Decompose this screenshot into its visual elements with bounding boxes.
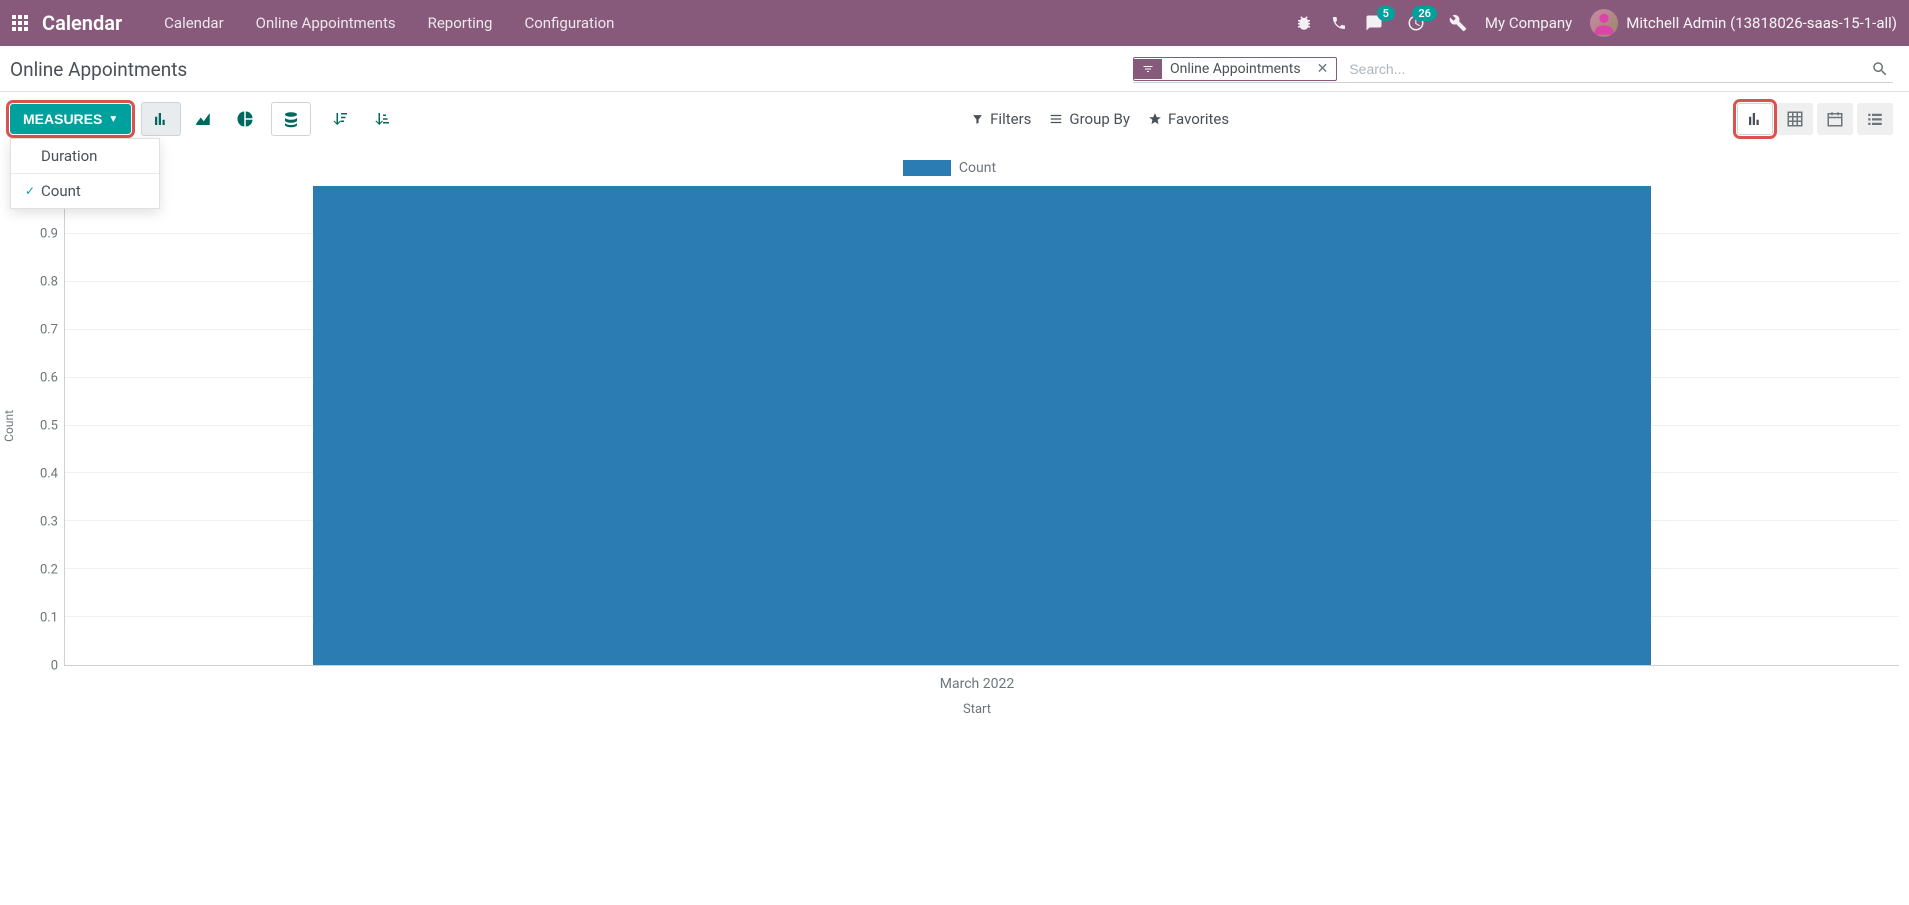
favorites-button[interactable]: Favorites — [1148, 110, 1229, 128]
avatar — [1590, 9, 1618, 37]
chart-legend: Count — [0, 154, 1899, 186]
navbar: Calendar Calendar Online Appointments Re… — [0, 0, 1909, 46]
activities-icon[interactable]: 26 — [1407, 14, 1425, 32]
x-tick-label: March 2022 — [55, 676, 1899, 692]
user-name: Mitchell Admin (13818026-saas-15-1-all) — [1626, 14, 1897, 32]
sort-asc-button[interactable] — [363, 102, 403, 136]
filter-icon — [1134, 59, 1162, 79]
favorites-label: Favorites — [1168, 110, 1229, 128]
chart-container: Count Count 0.9 0.8 0.7 0.6 0.5 0.4 0.3 … — [0, 146, 1909, 727]
search-facet: Online Appointments ✕ — [1133, 57, 1337, 81]
x-axis-title: Start — [55, 702, 1899, 717]
phone-icon[interactable] — [1331, 15, 1347, 31]
navbar-right: 5 26 My Company Mitchell Admin (13818026… — [1295, 9, 1897, 37]
measures-label: MEASURES — [23, 111, 102, 127]
nav-online-appointments[interactable]: Online Appointments — [242, 8, 410, 38]
caret-down-icon: ▼ — [108, 114, 118, 125]
user-menu[interactable]: Mitchell Admin (13818026-saas-15-1-all) — [1590, 9, 1897, 37]
y-tick: 0.8 — [40, 275, 58, 290]
sort-desc-button[interactable] — [321, 102, 361, 136]
cp-left: MEASURES ▼ — [10, 102, 403, 136]
stacked-button[interactable] — [271, 102, 311, 136]
messages-icon[interactable]: 5 — [1365, 14, 1383, 32]
search-input[interactable] — [1343, 57, 1867, 81]
legend-label: Count — [959, 160, 996, 176]
graph-view-button[interactable] — [1737, 103, 1773, 135]
company-selector[interactable]: My Company — [1485, 14, 1572, 32]
bug-icon[interactable] — [1295, 14, 1313, 32]
y-tick: 0.3 — [40, 515, 58, 530]
plot[interactable] — [64, 186, 1899, 666]
facet-label: Online Appointments — [1162, 58, 1309, 80]
nav-links: Calendar Online Appointments Reporting C… — [150, 8, 628, 38]
y-tick: 0.4 — [40, 467, 58, 482]
messages-badge: 5 — [1377, 6, 1395, 21]
control-panel: MEASURES ▼ — [0, 92, 1909, 146]
line-chart-button[interactable] — [183, 102, 223, 136]
search-icon[interactable] — [1867, 56, 1893, 82]
bar[interactable] — [313, 186, 1652, 665]
list-view-button[interactable] — [1857, 103, 1893, 135]
search-area: Online Appointments ✕ — [1133, 56, 1893, 83]
apps-icon[interactable] — [12, 15, 28, 31]
legend-item[interactable]: Count — [903, 160, 996, 176]
groupby-label: Group By — [1069, 110, 1130, 128]
y-axis: 0.9 0.8 0.7 0.6 0.5 0.4 0.3 0.2 0.1 0 — [18, 186, 64, 666]
filters-button[interactable]: Filters — [971, 110, 1031, 128]
brand: Calendar — [42, 11, 122, 35]
nav-calendar[interactable]: Calendar — [150, 8, 238, 38]
facet-remove[interactable]: ✕ — [1309, 61, 1337, 77]
measure-label: Count — [41, 182, 81, 200]
header-row: Online Appointments Online Appointments … — [0, 46, 1909, 92]
nav-configuration[interactable]: Configuration — [510, 8, 628, 38]
calendar-view-button[interactable] — [1817, 103, 1853, 135]
y-tick: 0.2 — [40, 563, 58, 578]
y-tick: 0.9 — [40, 227, 58, 242]
y-tick: 0.5 — [40, 419, 58, 434]
y-tick: 0.1 — [40, 611, 58, 626]
groupby-button[interactable]: Group By — [1049, 110, 1130, 128]
sort-group — [321, 102, 403, 136]
y-axis-title: Count — [0, 410, 18, 442]
view-switcher — [1737, 103, 1893, 135]
pivot-view-button[interactable] — [1777, 103, 1813, 135]
measures-dropdown: Duration ✓ Count — [10, 138, 160, 209]
y-tick: 0.6 — [40, 371, 58, 386]
measure-label: Duration — [41, 147, 97, 165]
nav-reporting[interactable]: Reporting — [414, 8, 507, 38]
bar-chart-button[interactable] — [141, 102, 181, 136]
legend-swatch — [903, 160, 951, 176]
cp-middle: Filters Group By Favorites — [911, 110, 1229, 128]
activities-badge: 26 — [1412, 6, 1437, 21]
chart-type-group — [141, 102, 265, 136]
pie-chart-button[interactable] — [225, 102, 265, 136]
measure-duration[interactable]: Duration — [11, 139, 159, 173]
y-tick: 0 — [51, 659, 58, 674]
filters-label: Filters — [990, 110, 1031, 128]
check-icon: ✓ — [25, 184, 41, 198]
page-title: Online Appointments — [10, 58, 187, 81]
tools-icon[interactable] — [1449, 14, 1467, 32]
measure-count[interactable]: ✓ Count — [11, 174, 159, 208]
measures-button[interactable]: MEASURES ▼ — [10, 104, 131, 134]
y-tick: 0.7 — [40, 323, 58, 338]
plot-area: Count 0.9 0.8 0.7 0.6 0.5 0.4 0.3 0.2 0.… — [0, 186, 1899, 666]
